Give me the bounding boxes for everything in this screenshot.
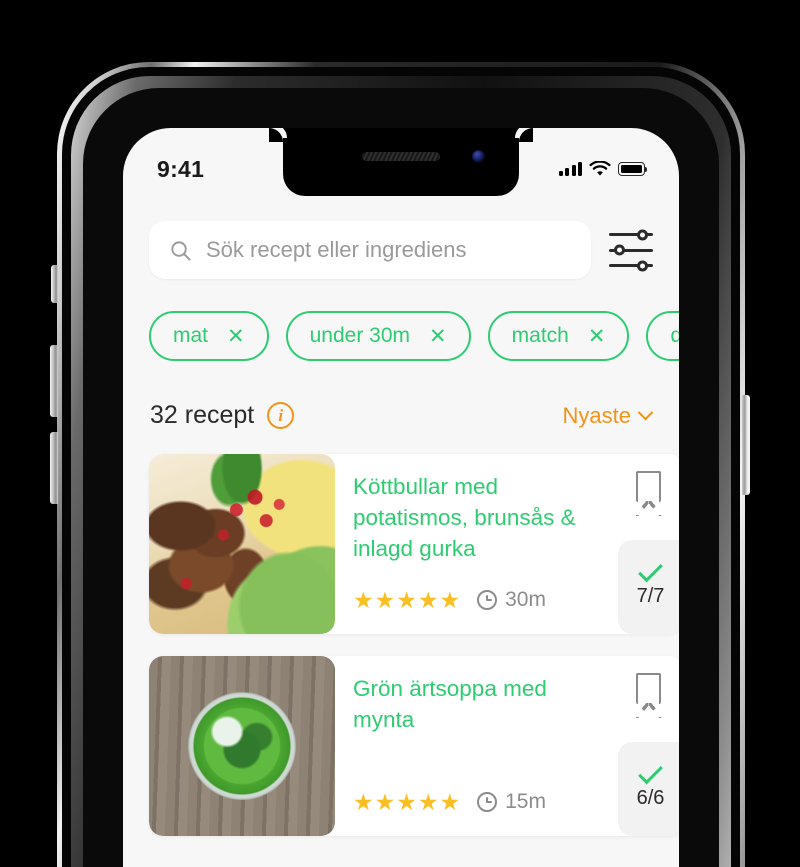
bookmark-icon[interactable] — [635, 471, 662, 516]
recipe-time: 30m — [477, 588, 546, 612]
results-count: 32 recept — [150, 401, 255, 429]
status-clock: 9:41 — [157, 155, 205, 182]
filter-chip-under-30m[interactable]: under 30m ✕ — [285, 311, 471, 361]
chip-label: match — [511, 324, 569, 347]
recipe-thumbnail — [149, 656, 335, 836]
filter-sliders-icon[interactable] — [609, 229, 653, 271]
phone-metal-ring: 9:41 Sök recept eller ingrediens mat ✕ u… — [71, 76, 731, 867]
chevron-down-icon — [637, 404, 654, 421]
filter-chips-row[interactable]: mat ✕ under 30m ✕ match ✕ d — [123, 279, 679, 361]
mute-switch-button[interactable] — [51, 265, 58, 303]
check-icon — [638, 759, 663, 784]
recipe-card-wrapper: Köttbullar med potatismos, brunsås & inl… — [149, 454, 679, 634]
recipe-time: 15m — [477, 790, 546, 814]
volume-down-button[interactable] — [50, 432, 58, 504]
phone-bezel-inner: 9:41 Sök recept eller ingrediens mat ✕ u… — [83, 88, 719, 867]
match-badge: 7/7 — [618, 540, 679, 634]
match-count: 7/7 — [636, 584, 665, 607]
chip-label: under 30m — [309, 324, 411, 347]
recipe-meta: ★ ★ ★ ★ ★ 30m — [353, 588, 546, 612]
signal-bars-icon — [558, 161, 582, 176]
info-icon[interactable]: i — [267, 402, 295, 429]
chip-remove-icon[interactable]: ✕ — [588, 326, 606, 347]
search-icon — [171, 240, 191, 261]
recipe-time-label: 30m — [505, 588, 546, 611]
match-count: 6/6 — [636, 786, 665, 809]
filter-chip-match[interactable]: match ✕ — [487, 311, 630, 361]
check-icon — [638, 557, 663, 582]
screenshot-stage: 9:41 Sök recept eller ingrediens mat ✕ u… — [0, 0, 800, 867]
recipe-title: Köttbullar med potatismos, brunsås & inl… — [353, 474, 576, 561]
search-row: Sök recept eller ingrediens — [123, 196, 679, 279]
app-content: Sök recept eller ingrediens mat ✕ under … — [123, 196, 679, 867]
recipe-card[interactable]: Köttbullar med potatismos, brunsås & inl… — [149, 454, 679, 634]
wifi-icon — [589, 161, 611, 176]
recipe-meta: ★ ★ ★ ★ ★ 15m — [353, 790, 546, 814]
front-camera-icon — [472, 150, 485, 163]
recipe-card[interactable]: Grön ärtsoppa med mynta ★ ★ ★ ★ ★ 15m 6/… — [149, 656, 679, 836]
volume-up-button[interactable] — [50, 345, 58, 417]
filter-chip-mat[interactable]: mat ✕ — [149, 311, 269, 361]
rating-stars: ★ ★ ★ ★ ★ — [353, 586, 461, 613]
power-button[interactable] — [742, 395, 750, 495]
battery-full-icon — [618, 162, 648, 176]
chip-label: mat — [173, 324, 209, 347]
search-placeholder: Sök recept eller ingrediens — [206, 237, 467, 262]
filter-chip-din[interactable]: din ✕ — [646, 311, 679, 361]
match-badge: 6/6 — [618, 742, 679, 836]
recipe-title: Grön ärtsoppa med mynta — [353, 676, 547, 732]
chip-remove-icon[interactable]: ✕ — [227, 326, 245, 347]
rating-stars: ★ ★ ★ ★ ★ — [353, 788, 461, 815]
recipe-time-label: 15m — [505, 790, 546, 813]
phone-bezel-outer: 9:41 Sök recept eller ingrediens mat ✕ u… — [62, 67, 740, 867]
clock-icon — [477, 792, 498, 812]
recipe-list: Köttbullar med potatismos, brunsås & inl… — [123, 430, 679, 836]
status-indicators — [558, 161, 648, 177]
sort-label: Nyaste — [562, 402, 631, 428]
search-input[interactable]: Sök recept eller ingrediens — [149, 221, 591, 279]
chip-remove-icon[interactable]: ✕ — [429, 326, 447, 347]
chip-label: din — [670, 324, 679, 347]
notch — [269, 128, 533, 196]
phone-screen: 9:41 Sök recept eller ingrediens mat ✕ u… — [123, 128, 679, 867]
results-count-group: 32 recept i — [150, 401, 295, 430]
clock-icon — [477, 590, 498, 610]
phone-frame: 9:41 Sök recept eller ingrediens mat ✕ u… — [57, 62, 745, 867]
speaker-grille-icon — [362, 152, 440, 161]
bookmark-icon[interactable] — [635, 673, 662, 718]
results-header: 32 recept i Nyaste — [123, 361, 679, 430]
recipe-thumbnail — [149, 454, 335, 634]
sort-dropdown[interactable]: Nyaste — [562, 402, 654, 429]
recipe-card-wrapper: Grön ärtsoppa med mynta ★ ★ ★ ★ ★ 15m 6/… — [149, 656, 679, 836]
